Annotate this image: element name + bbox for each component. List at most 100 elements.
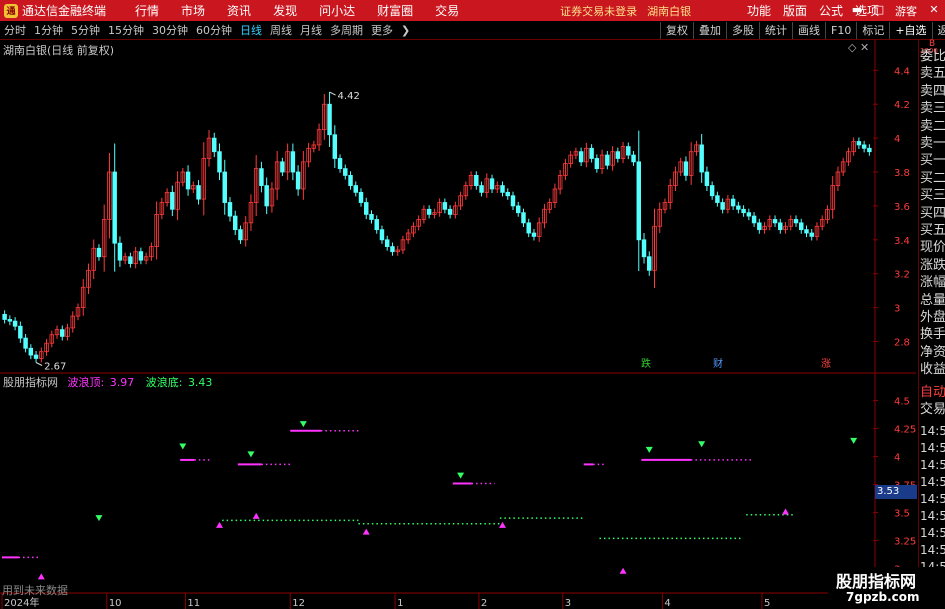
- candle-body: [442, 202, 448, 210]
- candle-body: [856, 141, 862, 146]
- chart-area[interactable]: 4.44.243.83.63.43.232.84.54.2543.753.53.…: [0, 40, 916, 609]
- wave-top-marker: [247, 451, 255, 458]
- period-more[interactable]: 更多: [367, 22, 397, 38]
- x-tick-label: 3: [565, 598, 571, 609]
- toolbar-right: 复权 叠加 多股 统计 画线 F10 标记 +自选 返回: [660, 21, 945, 40]
- indicator-name[interactable]: 股朋指标网: [3, 376, 58, 389]
- adjust-button[interactable]: 复权: [660, 22, 693, 39]
- close-icon[interactable]: ✕: [927, 2, 941, 18]
- y-tick-label: 3: [894, 304, 900, 315]
- menu-layout[interactable]: 版面: [777, 2, 813, 19]
- period-60min[interactable]: 60分钟: [192, 22, 236, 38]
- candle-body: [390, 246, 395, 253]
- period-intraday[interactable]: 分时: [0, 22, 30, 38]
- y-tick-label: 4: [894, 134, 900, 145]
- menu-functions[interactable]: 功能: [741, 2, 777, 19]
- period-30min[interactable]: 30分钟: [148, 22, 192, 38]
- minimize-icon[interactable]: ▬: [850, 2, 864, 18]
- chevron-right-icon[interactable]: ❯: [397, 24, 414, 37]
- wave-top-marker: [850, 437, 858, 444]
- candle-body: [778, 222, 783, 231]
- candle-body: [96, 247, 102, 258]
- candle-body: [227, 202, 233, 217]
- menu-formula[interactable]: 公式: [813, 2, 849, 19]
- candle-body: [23, 337, 28, 349]
- quote-item: 卖一: [920, 136, 945, 151]
- statistics-button[interactable]: 统计: [759, 22, 792, 39]
- candle-body: [626, 146, 631, 156]
- quote-item: 外盘: [920, 310, 945, 325]
- ind-y-tick-label: 4: [894, 453, 900, 464]
- quote-item: 收益: [920, 362, 945, 378]
- period-monthly[interactable]: 月线: [296, 22, 326, 38]
- login-status[interactable]: 证券交易未登录: [560, 3, 637, 19]
- event-marker-rise[interactable]: 涨: [820, 358, 832, 371]
- period-1min[interactable]: 1分钟: [30, 22, 67, 38]
- candle-body: [505, 191, 510, 197]
- candle-body: [757, 222, 762, 231]
- candlestick-chart[interactable]: 4.44.243.83.63.43.232.84.54.2543.753.53.…: [0, 40, 916, 609]
- quote-item: 现价: [920, 240, 945, 256]
- menu-market[interactable]: 市场: [170, 2, 216, 19]
- quote-item: 卖三: [920, 101, 945, 117]
- f10-button[interactable]: F10: [825, 22, 856, 39]
- menu-discover[interactable]: 发现: [262, 2, 308, 19]
- period-weekly[interactable]: 周线: [266, 22, 296, 38]
- candle-body: [369, 213, 374, 220]
- quote-item: 涨幅: [920, 275, 945, 291]
- wave-bottom-marker: [362, 528, 370, 535]
- maximize-icon[interactable]: □: [872, 2, 886, 18]
- wave-bottom-label: 波浪底:: [145, 376, 183, 389]
- candle-body: [295, 171, 301, 190]
- tick-time: 14:56: [920, 509, 945, 523]
- quote-item: 买三: [920, 188, 945, 204]
- menu-wealth[interactable]: 财富圈: [366, 2, 424, 19]
- quote-tab[interactable]: 自动: [920, 384, 945, 401]
- guest-label[interactable]: 游客: [895, 3, 917, 19]
- candle-body: [212, 137, 217, 153]
- candle-body: [117, 242, 123, 261]
- back-button[interactable]: 返回: [931, 22, 945, 39]
- x-tick-label: 5: [764, 598, 770, 609]
- candle-body: [112, 171, 117, 244]
- candle-body: [327, 103, 332, 136]
- candle-body: [479, 185, 484, 193]
- multi-stock-button[interactable]: 多股: [726, 22, 759, 39]
- event-marker-finance[interactable]: 财: [712, 358, 724, 371]
- mark-button[interactable]: 标记: [856, 22, 889, 39]
- panel-controls-icon[interactable]: ◇ ✕: [848, 41, 869, 54]
- wave-bottom-value: 3.43: [187, 376, 213, 389]
- add-watchlist-button[interactable]: +自选: [889, 22, 931, 39]
- quote-item: 卖五: [920, 66, 945, 82]
- menu-ask[interactable]: 问小达: [308, 2, 366, 19]
- indicator-caption: 股朋指标网 波浪顶: 3.97 波浪底: 3.43: [3, 374, 212, 390]
- quote-tab[interactable]: 交易: [920, 401, 945, 418]
- candle-body: [683, 161, 689, 176]
- candle-body: [589, 147, 594, 159]
- wave-bottom-marker: [216, 521, 223, 528]
- quote-panel: B 1000 委比 卖五 卖四 卖三 卖二 卖一 买一 买二 买三 买四 买五 现价 涨跌 涨幅 总量 外盘换…: [918, 39, 945, 609]
- x-tick-label: 12: [292, 598, 305, 609]
- candle-body: [594, 158, 600, 170]
- period-15min[interactable]: 15分钟: [104, 22, 148, 38]
- draw-line-button[interactable]: 画线: [792, 22, 825, 39]
- ind-y-tick-label: 3.5: [894, 509, 910, 520]
- y-tick-label: 4.4: [894, 66, 910, 77]
- candle-body: [699, 144, 704, 173]
- candle-body: [337, 158, 343, 170]
- menu-trade[interactable]: 交易: [424, 2, 470, 19]
- wave-top-value: 3.97: [109, 376, 135, 389]
- event-marker-drop[interactable]: 跌: [640, 358, 652, 371]
- tick-time: 14:56: [920, 475, 945, 489]
- candle-body: [2, 313, 7, 320]
- overlay-button[interactable]: 叠加: [693, 22, 726, 39]
- period-multi[interactable]: 多周期: [326, 22, 367, 38]
- period-daily[interactable]: 日线: [236, 22, 266, 38]
- y-tick-label: 3.2: [894, 270, 910, 281]
- quote-item: 买四: [920, 205, 945, 221]
- period-5min[interactable]: 5分钟: [67, 22, 104, 38]
- candle-body: [259, 168, 264, 186]
- menu-quotes[interactable]: 行情: [124, 2, 170, 19]
- menu-news[interactable]: 资讯: [216, 2, 262, 19]
- ind-y-tick-label: 4.5: [894, 397, 910, 408]
